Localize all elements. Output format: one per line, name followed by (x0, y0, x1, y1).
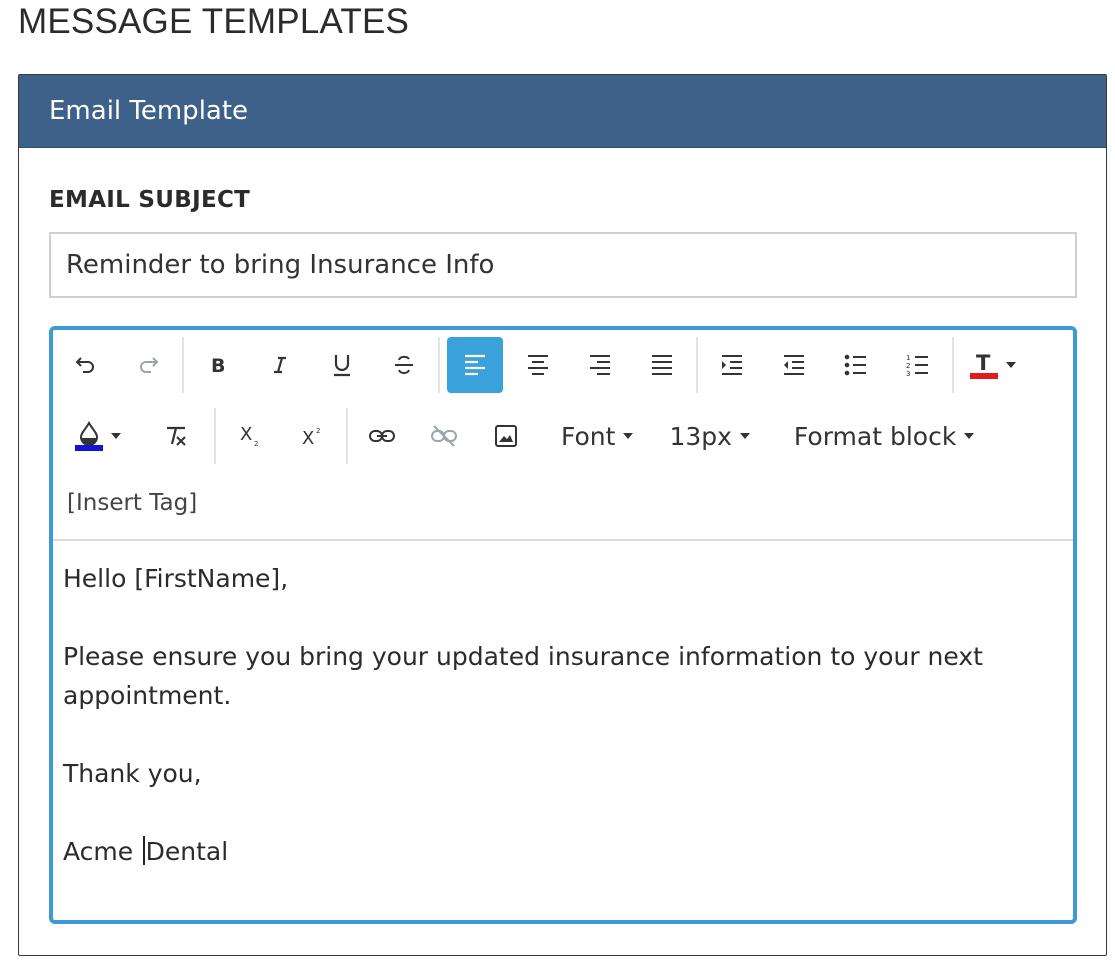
toolbar-separator (346, 408, 348, 464)
italic-icon (274, 356, 286, 374)
svg-text:B: B (211, 355, 225, 375)
undo-button[interactable] (55, 337, 117, 393)
align-right-icon (590, 355, 610, 375)
numbered-list-button[interactable]: 1 2 3 (887, 337, 949, 393)
indent-button[interactable] (701, 337, 763, 393)
numbered-list-icon: 1 2 3 (906, 354, 928, 377)
clear-formatting-icon (167, 426, 186, 446)
superscript-button[interactable]: X 2 (281, 408, 343, 464)
indent-icon (722, 355, 742, 375)
chevron-down-icon (623, 433, 634, 439)
chevron-down-icon (1006, 362, 1016, 368)
format-block-dropdown-label: Format block (793, 421, 957, 451)
italic-button[interactable] (249, 337, 311, 393)
text-color-button[interactable]: T (957, 337, 1029, 393)
link-icon (369, 430, 395, 442)
unlink-button[interactable] (413, 408, 475, 464)
strikethrough-button[interactable] (373, 337, 435, 393)
svg-text:X: X (240, 424, 252, 445)
greeting-line: Hello [FirstName], (63, 564, 289, 593)
email-subject-input[interactable] (49, 232, 1077, 298)
align-left-icon (465, 354, 485, 376)
link-button[interactable] (351, 408, 413, 464)
svg-text:2: 2 (316, 427, 320, 435)
signature-line: Acme Dental (63, 832, 1063, 871)
image-icon (495, 425, 517, 447)
signature-part-1: Acme (63, 837, 142, 866)
insert-image-button[interactable] (475, 408, 537, 464)
panel-header: Email Template (19, 75, 1106, 148)
font-size-dropdown-label: 13px (669, 421, 732, 451)
insert-tag-button[interactable]: [Insert Tag] (53, 478, 197, 528)
align-right-button[interactable] (569, 337, 631, 393)
toolbar-separator (214, 408, 216, 464)
chevron-down-icon (739, 433, 750, 439)
strikethrough-icon (395, 355, 413, 374)
toolbar-row-1: B 1 2 3 T (53, 336, 1029, 394)
font-dropdown[interactable]: Font (551, 408, 643, 464)
closing-line: Thank you, (63, 759, 202, 788)
toolbar-separator (952, 337, 954, 393)
chevron-down-icon (964, 433, 975, 439)
align-center-button[interactable] (507, 337, 569, 393)
svg-text:2: 2 (906, 362, 910, 370)
page-title: MESSAGE TEMPLATES (18, 2, 410, 41)
font-size-dropdown[interactable]: 13px (659, 408, 759, 464)
text-color-icon: T (970, 351, 998, 379)
svg-text:1: 1 (906, 354, 910, 362)
align-left-button[interactable] (447, 337, 503, 393)
justify-icon (652, 355, 672, 375)
email-template-panel: Email Template EMAIL SUBJECT Reminder to… (18, 74, 1107, 956)
signature-part-2: Dental (145, 837, 229, 866)
svg-text:T: T (976, 351, 991, 375)
redo-icon (140, 357, 159, 373)
unlink-icon (431, 425, 457, 447)
align-center-icon (528, 355, 548, 375)
outdent-button[interactable] (763, 337, 825, 393)
superscript-icon: X 2 (302, 427, 320, 448)
outdent-icon (784, 355, 804, 375)
rich-text-editor: B 1 2 3 T X 2 X 2 Font 13px Format block… (49, 326, 1077, 924)
subscript-icon: X 2 (240, 424, 258, 448)
underline-icon (334, 355, 350, 377)
format-block-dropdown[interactable]: Format block (784, 408, 984, 464)
toolbar-separator (696, 337, 698, 393)
redo-button[interactable] (117, 337, 179, 393)
clear-formatting-button[interactable] (141, 408, 211, 464)
toolbar-row-3: [Insert Tag] (53, 478, 197, 528)
email-subject-label: EMAIL SUBJECT (49, 187, 251, 213)
justify-button[interactable] (631, 337, 693, 393)
toolbar-separator (438, 337, 440, 393)
svg-text:X: X (302, 428, 314, 448)
bullet-list-icon (844, 354, 866, 376)
body-paragraph: Please ensure you bring your updated ins… (63, 642, 983, 710)
highlight-color-swatch (75, 445, 103, 451)
editor-toolbar: B 1 2 3 T X 2 X 2 Font 13px Format block… (53, 330, 1073, 541)
font-dropdown-label: Font (561, 421, 616, 451)
bullet-list-button[interactable] (825, 337, 887, 393)
subscript-button[interactable]: X 2 (219, 408, 281, 464)
svg-text:2: 2 (254, 440, 258, 448)
editor-content-area[interactable]: Hello [FirstName], Please ensure you bri… (53, 541, 1073, 871)
toolbar-row-2: X 2 X 2 Font 13px Format block (53, 407, 984, 465)
highlight-color-icon (75, 421, 103, 451)
chevron-down-icon (111, 433, 121, 439)
text-cursor (143, 836, 145, 865)
svg-text:3: 3 (906, 370, 910, 377)
highlight-color-button[interactable] (53, 408, 135, 464)
undo-icon (75, 357, 94, 373)
text-color-swatch (970, 373, 998, 379)
bold-button[interactable]: B (187, 337, 249, 393)
bold-icon: B (211, 355, 225, 375)
underline-button[interactable] (311, 337, 373, 393)
toolbar-separator (182, 337, 184, 393)
